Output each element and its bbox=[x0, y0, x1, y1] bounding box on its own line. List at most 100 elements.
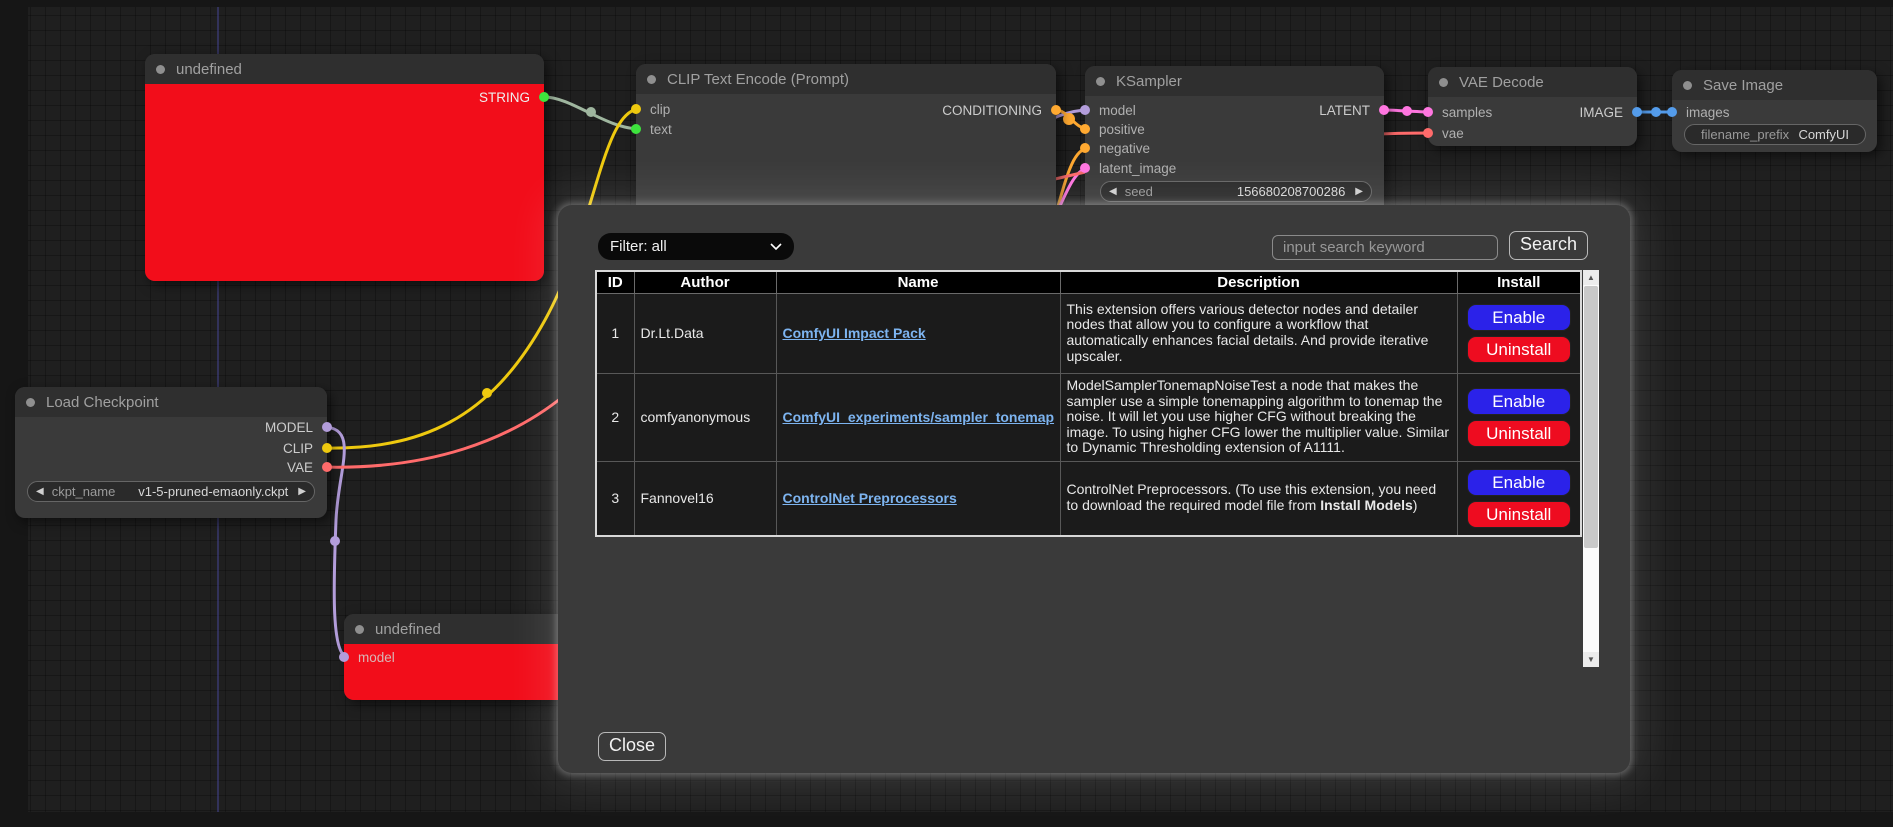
widget-label: ckpt_name bbox=[52, 484, 116, 499]
widget-value: ComfyUI bbox=[1798, 127, 1849, 142]
input-label-images: images bbox=[1686, 105, 1730, 120]
node-save-image[interactable]: Save Image images filename_prefix ComfyU… bbox=[1672, 70, 1877, 152]
extension-row: 1 Dr.Lt.Data ComfyUI Impact Pack This ex… bbox=[596, 293, 1581, 373]
extension-row: 3 Fannovel16 ControlNet Preprocessors Co… bbox=[596, 461, 1581, 536]
node-undefined-top[interactable]: undefined STRING bbox=[145, 54, 544, 281]
node-title-bar[interactable]: VAE Decode bbox=[1428, 67, 1637, 97]
input-slot-latent-image[interactable] bbox=[1080, 163, 1090, 173]
node-title: CLIP Text Encode (Prompt) bbox=[667, 71, 849, 88]
output-label-conditioning: CONDITIONING bbox=[942, 103, 1042, 118]
ext-name-link[interactable]: ComfyUI_experiments/sampler_tonemap bbox=[783, 409, 1055, 425]
output-slot-model[interactable] bbox=[322, 422, 332, 432]
col-header-id: ID bbox=[596, 271, 634, 293]
node-title-bar[interactable]: undefined bbox=[145, 54, 544, 84]
node-title-bar[interactable]: Save Image bbox=[1672, 70, 1877, 100]
output-label-latent: LATENT bbox=[1319, 103, 1370, 118]
input-label-negative: negative bbox=[1099, 141, 1150, 156]
comfyui-canvas[interactable]: undefined STRING CLIP Text Encode (Promp… bbox=[0, 0, 1893, 827]
scrollbar-thumb[interactable] bbox=[1584, 286, 1598, 548]
link-dot bbox=[1402, 106, 1412, 116]
enable-button[interactable]: Enable bbox=[1467, 388, 1571, 415]
uninstall-button[interactable]: Uninstall bbox=[1467, 336, 1571, 363]
search-button[interactable]: Search bbox=[1509, 231, 1588, 260]
ext-author: Fannovel16 bbox=[634, 461, 776, 536]
ext-id: 1 bbox=[596, 293, 634, 373]
col-header-name: Name bbox=[776, 271, 1060, 293]
output-label-vae: VAE bbox=[287, 460, 313, 475]
output-slot-clip[interactable] bbox=[322, 443, 332, 453]
ext-name-link[interactable]: ControlNet Preprocessors bbox=[783, 490, 957, 506]
node-title: VAE Decode bbox=[1459, 74, 1544, 91]
input-slot-vae[interactable] bbox=[1423, 128, 1433, 138]
widget-label: filename_prefix bbox=[1701, 127, 1789, 142]
close-button[interactable]: Close bbox=[598, 732, 666, 761]
node-title: undefined bbox=[176, 61, 242, 78]
widget-value: 156680208700286 bbox=[1237, 184, 1345, 199]
node-vae-decode[interactable]: VAE Decode samples vae IMAGE bbox=[1428, 67, 1637, 146]
node-ksampler[interactable]: KSampler model positive negative latent_… bbox=[1085, 66, 1384, 226]
widget-value: v1-5-pruned-emaonly.ckpt bbox=[138, 484, 288, 499]
ext-description: This extension offers various detector n… bbox=[1060, 293, 1457, 373]
input-label-text: text bbox=[650, 122, 672, 137]
output-slot-image[interactable] bbox=[1632, 107, 1642, 117]
output-label-string: STRING bbox=[479, 90, 530, 105]
node-load-checkpoint[interactable]: Load Checkpoint MODEL CLIP VAE ◀ ckpt_na… bbox=[15, 387, 327, 518]
ext-id: 2 bbox=[596, 373, 634, 461]
input-label-vae: vae bbox=[1442, 126, 1464, 141]
collapse-dot[interactable] bbox=[156, 65, 165, 74]
ext-id: 3 bbox=[596, 461, 634, 536]
node-title: Save Image bbox=[1703, 77, 1783, 94]
input-label-model: model bbox=[358, 650, 395, 665]
link-dot bbox=[1063, 113, 1075, 125]
ext-author: Dr.Lt.Data bbox=[634, 293, 776, 373]
node-title: undefined bbox=[375, 621, 441, 638]
table-scrollbar[interactable]: ▲ ▼ bbox=[1583, 270, 1599, 667]
link-dot bbox=[330, 536, 340, 546]
node-title: KSampler bbox=[1116, 73, 1182, 90]
ext-name-link[interactable]: ComfyUI Impact Pack bbox=[783, 325, 926, 341]
decrement-arrow-icon[interactable]: ◀ bbox=[36, 486, 44, 497]
collapse-dot[interactable] bbox=[355, 625, 364, 634]
scroll-up-icon[interactable]: ▲ bbox=[1583, 270, 1599, 285]
node-clip-text-encode[interactable]: CLIP Text Encode (Prompt) clip text COND… bbox=[636, 64, 1056, 224]
search-input[interactable] bbox=[1272, 235, 1498, 260]
input-slot-negative[interactable] bbox=[1080, 143, 1090, 153]
collapse-dot[interactable] bbox=[1096, 77, 1105, 86]
uninstall-button[interactable]: Uninstall bbox=[1467, 501, 1571, 528]
link-dot bbox=[586, 107, 596, 117]
col-header-description: Description bbox=[1060, 271, 1457, 293]
col-header-author: Author bbox=[634, 271, 776, 293]
collapse-dot[interactable] bbox=[1439, 78, 1448, 87]
output-slot-vae[interactable] bbox=[322, 462, 332, 472]
collapse-dot[interactable] bbox=[26, 398, 35, 407]
node-title-bar[interactable]: KSampler bbox=[1085, 66, 1384, 96]
ckpt-name-widget[interactable]: ◀ ckpt_name v1-5-pruned-emaonly.ckpt ▶ bbox=[27, 481, 315, 502]
output-slot-latent[interactable] bbox=[1379, 105, 1389, 115]
input-slot-images[interactable] bbox=[1667, 107, 1677, 117]
collapse-dot[interactable] bbox=[1683, 81, 1692, 90]
output-slot-conditioning[interactable] bbox=[1051, 105, 1061, 115]
collapse-dot[interactable] bbox=[647, 75, 656, 84]
input-slot-positive[interactable] bbox=[1080, 124, 1090, 134]
increment-arrow-icon[interactable]: ▶ bbox=[1355, 186, 1363, 197]
enable-button[interactable]: Enable bbox=[1467, 469, 1571, 496]
output-slot-string[interactable] bbox=[539, 92, 549, 102]
node-error-body bbox=[145, 84, 544, 281]
uninstall-button[interactable]: Uninstall bbox=[1467, 420, 1571, 447]
scroll-down-icon[interactable]: ▼ bbox=[1583, 652, 1599, 667]
increment-arrow-icon[interactable]: ▶ bbox=[298, 486, 306, 497]
filter-select[interactable]: Filter: all bbox=[598, 233, 794, 260]
extension-manager-dialog: Filter: all Search ID Author Name Descri… bbox=[558, 205, 1630, 773]
decrement-arrow-icon[interactable]: ◀ bbox=[1109, 186, 1117, 197]
enable-button[interactable]: Enable bbox=[1467, 304, 1571, 331]
node-title-bar[interactable]: CLIP Text Encode (Prompt) bbox=[636, 64, 1056, 94]
node-title-bar[interactable]: Load Checkpoint bbox=[15, 387, 327, 417]
link-dot bbox=[1651, 107, 1661, 117]
input-label-latent-image: latent_image bbox=[1099, 161, 1176, 176]
filename-prefix-widget[interactable]: filename_prefix ComfyUI bbox=[1684, 124, 1866, 145]
input-slot-text[interactable] bbox=[631, 124, 641, 134]
seed-widget[interactable]: ◀ seed 156680208700286 ▶ bbox=[1100, 181, 1372, 202]
link-dot bbox=[482, 388, 492, 398]
col-header-install: Install bbox=[1457, 271, 1581, 293]
input-slot-model[interactable] bbox=[339, 652, 349, 662]
